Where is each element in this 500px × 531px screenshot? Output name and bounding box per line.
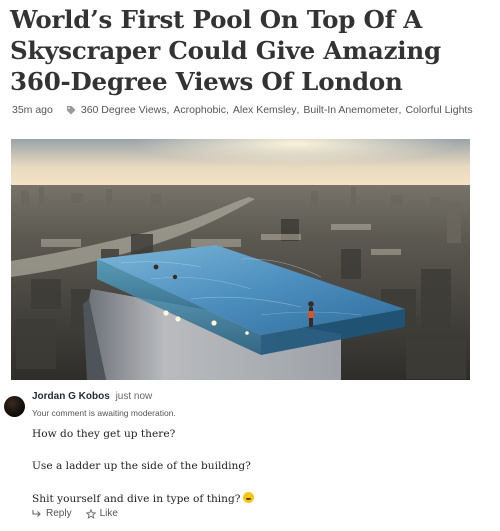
article-meta: 35m ago 360 Degree Views, Acrophobic, Al…	[12, 104, 496, 116]
star-icon	[85, 508, 96, 519]
tag-link[interactable]: 360 Degree Views	[81, 104, 167, 116]
tag-list: 360 Degree Views, Acrophobic, Alex Kemsl…	[80, 104, 473, 116]
reply-button[interactable]: Reply	[32, 508, 72, 519]
reply-icon	[32, 510, 41, 517]
comment-header: Jordan G Kobos just now	[32, 391, 152, 402]
avatar[interactable]	[4, 396, 25, 417]
tag-link[interactable]: Colorful Lights	[405, 104, 472, 116]
tag-link[interactable]: Acrophobic	[173, 104, 226, 116]
reply-label: Reply	[46, 508, 72, 519]
comment-line: Shit yourself and dive in type of thing?	[32, 493, 241, 505]
tag-link[interactable]: Alex Kemsley	[233, 104, 297, 116]
post-time: 35m ago	[12, 104, 53, 116]
comment-time[interactable]: just now	[116, 391, 153, 402]
comment-line: How do they get up there?	[32, 428, 176, 440]
like-label: Like	[99, 508, 118, 519]
article-title: World’s First Pool On Top Of A Skyscrape…	[10, 5, 441, 96]
skyscraper-pool-photo	[11, 139, 470, 380]
like-button[interactable]: Like	[85, 508, 118, 519]
tag-link[interactable]: Built-In Anemometer	[303, 104, 398, 116]
comment-author[interactable]: Jordan G Kobos	[32, 391, 110, 402]
moderation-notice: Your comment is awaiting moderation.	[32, 408, 176, 418]
hero-image	[11, 139, 470, 380]
comment-line-with-emoji: Shit yourself and dive in type of thing?	[32, 492, 255, 505]
tag-icon	[66, 106, 76, 115]
rolling-on-floor-laughing-emoji	[243, 492, 255, 503]
comment-actions: Reply Like	[32, 508, 132, 519]
comment-line: Use a ladder up the side of the building…	[32, 460, 251, 472]
